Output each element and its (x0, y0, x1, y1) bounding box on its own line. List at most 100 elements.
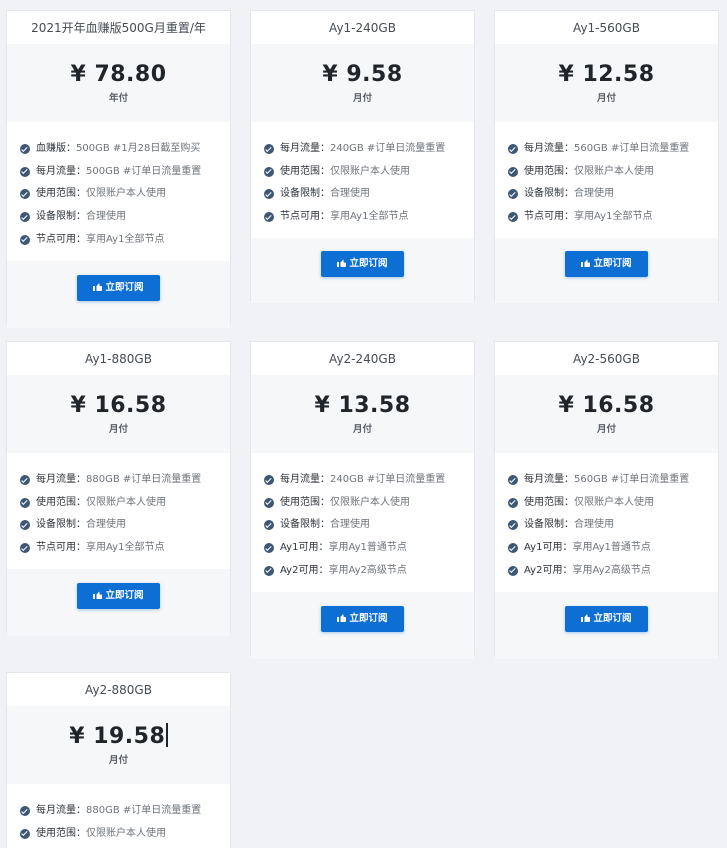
feature-item: 节点可用： 享用Ay1全部节点 (20, 537, 230, 560)
plan-card: Ay1-880GB ¥ 16.58 月付 每月流量： 880GB #订单日流量重置… (6, 341, 231, 637)
plan-price: ¥ 16.58 (495, 375, 718, 420)
card-footer: 立即订阅 (7, 260, 230, 328)
price-box: ¥ 78.80 年付 (7, 44, 230, 122)
thumbs-up-icon (93, 591, 102, 600)
feature-list: 每月流量： 560GB #订单日流量重置 使用范围： 仅限账户本人使用 设备限制：合… (495, 453, 718, 592)
check-circle-icon (264, 189, 274, 200)
billing-cycle: 年付 (108, 93, 128, 104)
check-circle-icon (508, 475, 518, 486)
check-circle-icon (508, 189, 518, 200)
subscribe-button[interactable]: 立即订阅 (77, 583, 160, 610)
plan-price: ¥ 16.58 (7, 375, 230, 420)
check-circle-icon (20, 189, 30, 200)
check-circle-icon (508, 543, 518, 554)
subscribe-button[interactable]: 立即订阅 (321, 605, 404, 632)
thumbs-up-icon (581, 614, 590, 622)
feature-list: 每月流量： 560GB #订单日流量重置 使用范围： 仅限账户本人使用 设备限制：合… (495, 122, 718, 239)
plan-price: ¥ 19.58 (7, 706, 230, 751)
currency-symbol: ¥ (322, 62, 339, 87)
thumbs-up-icon (581, 259, 590, 268)
price-box: ¥ 19.58 月付 (7, 706, 230, 784)
feature-item: 每月流量： 880GB #订单日流量重置 (20, 469, 230, 492)
check-circle-icon (20, 806, 30, 817)
thumbs-up-icon (93, 283, 102, 291)
plan-price: ¥ 12.58 (495, 44, 718, 89)
price-amount: 78.80 (94, 62, 167, 87)
feature-item: 设备限制： 合理使用 (508, 183, 718, 206)
check-circle-icon (20, 234, 30, 245)
billing-cycle: 月付 (352, 93, 372, 104)
price-amount: 16.58 (94, 393, 167, 418)
feature-item: 使用范围： 仅限账户本人使用 (508, 492, 718, 515)
plan-title: Ay2-880GB (7, 673, 230, 706)
text-cursor (166, 723, 168, 747)
price-box: ¥ 13.58 月付 (251, 375, 474, 453)
subscribe-button[interactable]: 立即订阅 (565, 251, 648, 278)
currency-symbol: ¥ (558, 62, 575, 87)
plan-card: Ay2-560GB ¥ 16.58 月付 每月流量： 560GB #订单日流量重置… (494, 341, 719, 659)
check-circle-icon (20, 543, 30, 554)
check-circle-icon (508, 144, 518, 155)
check-circle-icon (264, 543, 274, 554)
check-circle-icon (20, 212, 30, 223)
billing-cycle: 月付 (108, 424, 128, 435)
check-circle-icon (20, 520, 30, 531)
check-circle-icon (20, 144, 30, 155)
feature-item: Ay2可用： 享用Ay2高级节点 (264, 559, 474, 582)
subscribe-button[interactable]: 立即订阅 (321, 251, 404, 278)
currency-symbol: ¥ (69, 724, 86, 749)
check-circle-icon (20, 828, 30, 839)
feature-item: 设备限制： 合理使用 (20, 514, 230, 537)
price-box: ¥ 16.58 月付 (7, 375, 230, 453)
price-amount: 9.58 (346, 62, 403, 87)
plan-title: Ay1-880GB (7, 342, 230, 375)
check-circle-icon (508, 520, 518, 531)
currency-symbol: ¥ (70, 62, 87, 87)
billing-cycle: 月付 (108, 755, 128, 766)
plan-card: Ay1-240GB ¥ 9.58 月付 每月流量： 240GB #订单日流量重置 … (250, 10, 475, 304)
feature-item: 每月流量： 500GB #订单日流量重置 (20, 161, 230, 184)
plan-card: Ay1-560GB ¥ 12.58 月付 每月流量： 560GB #订单日流量重置… (494, 10, 719, 304)
feature-item: 使用范围： 仅限账户本人使用 (264, 492, 474, 515)
thumbs-up-icon (337, 614, 346, 622)
feature-item: 每月流量： 560GB #订单日流量重置 (508, 138, 718, 161)
price-box: ¥ 12.58 月付 (495, 44, 718, 122)
feature-item: Ay2可用： 享用Ay2高级节点 (508, 559, 718, 582)
plan-title: Ay1-240GB (251, 11, 474, 44)
feature-item: 每月流量： 560GB #订单日流量重置 (508, 469, 718, 492)
plan-price: ¥ 13.58 (251, 375, 474, 420)
price-box: ¥ 9.58 月付 (251, 44, 474, 122)
check-circle-icon (264, 475, 274, 486)
plan-card: Ay2-240GB ¥ 13.58 月付 每月流量： 240GB #订单日流量重置… (250, 341, 475, 659)
feature-item: Ay1可用： 享用Ay1普通节点 (508, 537, 718, 560)
check-circle-icon (264, 497, 274, 508)
billing-cycle: 月付 (352, 424, 372, 435)
feature-item: 血赚版： 500GB #1月28日截至购买 (20, 138, 230, 161)
feature-item: 节点可用： 享用Ay1全部节点 (264, 206, 474, 229)
feature-item: 节点可用： 享用Ay1全部节点 (508, 206, 718, 229)
feature-list: 每月流量： 880GB #订单日流量重置 使用范围： 仅限账户本人使用 (7, 784, 230, 848)
price-amount: 16.58 (582, 393, 655, 418)
feature-item: 使用范围： 仅限账户本人使用 (20, 492, 230, 515)
price-amount: 13.58 (338, 393, 411, 418)
subscribe-button[interactable]: 立即订阅 (565, 605, 648, 632)
check-circle-icon (264, 565, 274, 576)
thumbs-up-icon (337, 259, 346, 268)
check-circle-icon (264, 520, 274, 531)
feature-list: 每月流量： 240GB #订单日流量重置 使用范围： 仅限账户本人使用 设备限制：合… (251, 453, 474, 592)
feature-item: Ay1可用： 享用Ay1普通节点 (264, 537, 474, 560)
card-footer: 立即订阅 (7, 569, 230, 637)
check-circle-icon (508, 565, 518, 576)
check-circle-icon (508, 166, 518, 177)
check-circle-icon (508, 497, 518, 508)
plan-title: Ay2-240GB (251, 342, 474, 375)
check-circle-icon (508, 212, 518, 223)
billing-cycle: 月付 (596, 93, 616, 104)
subscribe-button[interactable]: 立即订阅 (77, 274, 160, 301)
check-circle-icon (264, 166, 274, 177)
check-circle-icon (264, 212, 274, 223)
currency-symbol: ¥ (70, 393, 87, 418)
check-circle-icon (20, 497, 30, 508)
feature-item: 设备限制： 合理使用 (508, 514, 718, 537)
plan-price: ¥ 9.58 (251, 44, 474, 89)
